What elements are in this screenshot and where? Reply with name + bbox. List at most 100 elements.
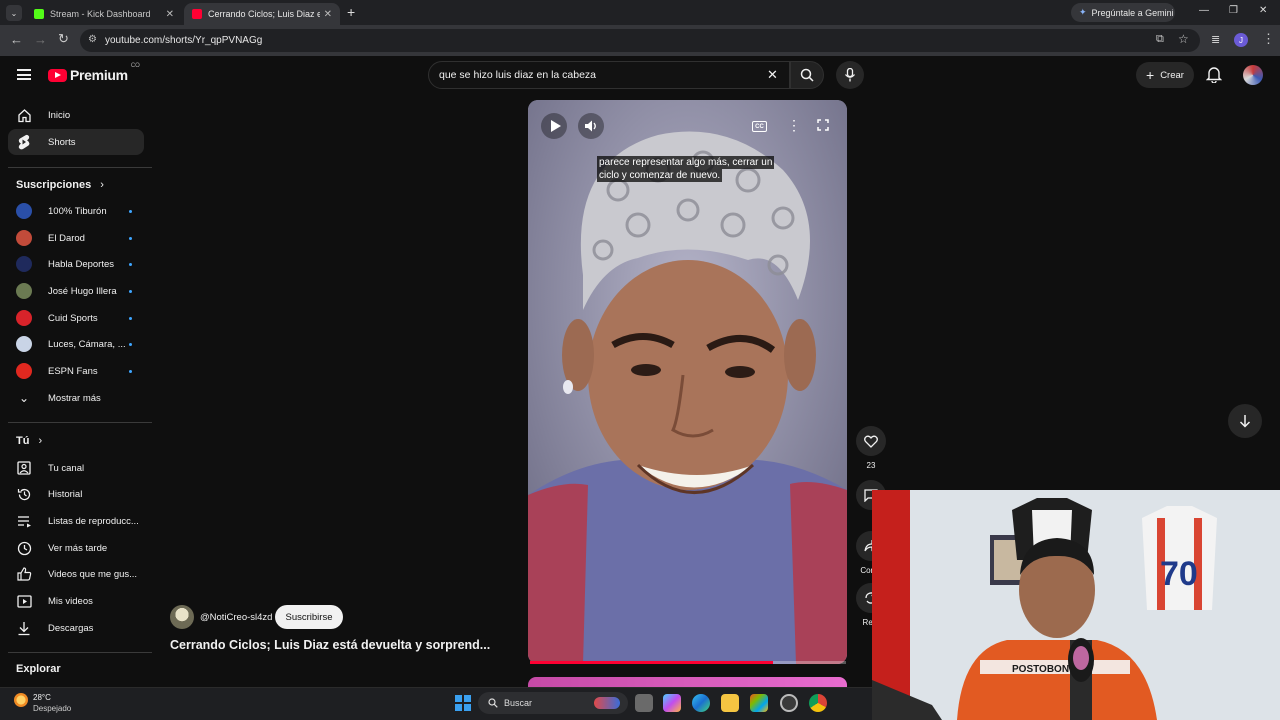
sidebar-item-descargas[interactable]: Descargas <box>8 615 144 641</box>
channel-avatar[interactable] <box>170 605 194 629</box>
channel-handle[interactable]: @NotiCreo-sl4zd <box>200 612 272 623</box>
edge-icon[interactable] <box>692 694 710 712</box>
mute-button[interactable] <box>578 113 604 139</box>
media-controls-icon[interactable]: ≣ <box>1211 33 1220 46</box>
tab-list-dropdown[interactable]: ⌄ <box>6 5 22 21</box>
sidebar-item-label: 100% Tiburón <box>48 205 107 217</box>
sidebar-item-ver-mas-tarde[interactable]: Ver más tarde <box>8 535 144 561</box>
caption-line: parece representar algo más, cerrar un <box>597 156 775 169</box>
search-button[interactable] <box>790 61 824 89</box>
video-frame <box>528 100 847 664</box>
playlists-icon <box>16 513 32 529</box>
youtube-premium-logo[interactable]: Premium CO <box>48 63 140 83</box>
back-arrow-icon[interactable]: ← <box>10 32 23 47</box>
subscriptions-header[interactable]: Suscripciones › <box>16 179 104 191</box>
sidebar-item-tu-canal[interactable]: Tu canal <box>8 455 144 481</box>
closed-captions-icon[interactable]: CC <box>752 121 767 132</box>
sidebar-item-label: ESPN Fans <box>48 365 98 377</box>
browser-tab-youtube[interactable]: Cerrando Ciclos; Luis Diaz está ✕ <box>184 3 340 25</box>
notifications-bell-icon[interactable] <box>1205 66 1223 88</box>
weather-icon[interactable] <box>14 693 28 707</box>
sidebar-item-mis-videos[interactable]: Mis videos <box>8 588 144 614</box>
you-header[interactable]: Tú › <box>16 435 42 447</box>
task-view-icon[interactable] <box>635 694 653 712</box>
search-icon <box>800 68 814 82</box>
sidebar-divider <box>8 167 152 168</box>
sidebar-subscription[interactable]: ESPN Fans <box>8 358 144 384</box>
sidebar-item-inicio[interactable]: Inicio <box>8 102 144 128</box>
store-icon[interactable] <box>750 694 768 712</box>
subscribe-button[interactable]: Suscribirse <box>275 605 343 629</box>
restore-icon[interactable]: ❐ <box>1229 5 1238 16</box>
sidebar-divider <box>8 422 152 423</box>
fullscreen-icon[interactable] <box>817 118 829 131</box>
sidebar-item-videos-que-me-gustan[interactable]: Videos que me gus... <box>8 561 144 587</box>
video-progress-bar[interactable] <box>530 661 846 664</box>
search-input[interactable]: que se hizo luis diaz en la cabeza ✕ <box>428 61 790 89</box>
short-title[interactable]: Cerrando Ciclos; Luis Diaz está devuelta… <box>170 638 490 652</box>
voice-search-button[interactable] <box>836 61 864 89</box>
sidebar-subscription[interactable]: Luces, Cámara, ... <box>8 331 144 357</box>
shorts-video-player[interactable]: CC ⋮ <box>528 100 847 664</box>
chevron-right-icon: › <box>100 179 104 191</box>
account-avatar[interactable] <box>1243 65 1263 85</box>
address-bar[interactable]: ⚙ youtube.com/shorts/Yr_qpPVNAGg ⧉ ☆ <box>80 29 1200 52</box>
sidebar-item-listas[interactable]: Listas de reproducc... <box>8 508 144 534</box>
sidebar-subscription[interactable]: El Darod <box>8 225 144 251</box>
browser-menu-icon[interactable]: ⋮ <box>1262 31 1275 47</box>
obs-icon[interactable] <box>780 694 798 712</box>
close-tab-icon[interactable]: ✕ <box>166 9 174 20</box>
weather-desc: Despejado <box>33 704 72 713</box>
channel-avatar <box>16 203 32 219</box>
copilot-icon[interactable] <box>663 694 681 712</box>
webcam-feed: 70 POSTOBON <box>872 490 1280 720</box>
arrow-down-icon <box>1239 415 1251 428</box>
install-app-icon[interactable]: ⧉ <box>1156 33 1164 46</box>
hamburger-menu-icon[interactable] <box>17 69 31 80</box>
sidebar-item-shorts[interactable]: Shorts <box>8 129 144 155</box>
new-tab-button[interactable]: + <box>347 4 355 20</box>
sidebar-item-label: Shorts <box>48 136 76 148</box>
taskbar-search[interactable]: Buscar <box>478 692 628 714</box>
volume-icon <box>585 120 596 132</box>
like-button[interactable] <box>856 426 886 456</box>
close-window-icon[interactable]: ✕ <box>1259 5 1267 16</box>
bookmark-star-icon[interactable]: ☆ <box>1178 32 1189 46</box>
ask-gemini-button[interactable]: ✦ Pregúntale a Gemini <box>1071 3 1175 22</box>
taskbar-search-placeholder: Buscar <box>504 698 533 708</box>
clear-search-icon[interactable]: ✕ <box>767 67 778 83</box>
close-tab-icon[interactable]: ✕ <box>324 9 332 20</box>
chrome-icon[interactable] <box>809 694 827 712</box>
next-short-preview[interactable] <box>528 677 847 687</box>
browser-tab-kick[interactable]: Stream - Kick Dashboard ✕ <box>26 3 182 25</box>
sidebar-item-label: Mis videos <box>48 595 93 607</box>
next-short-button[interactable] <box>1228 404 1262 438</box>
more-options-icon[interactable]: ⋮ <box>787 117 801 134</box>
forward-arrow-icon[interactable]: → <box>34 32 47 47</box>
file-explorer-icon[interactable] <box>721 694 739 712</box>
webcam-overlay: 70 POSTOBON <box>872 490 1280 720</box>
sidebar-item-label: Habla Deportes <box>48 258 115 270</box>
play-icon <box>550 120 561 132</box>
sidebar-item-historial[interactable]: Historial <box>8 481 144 507</box>
url-text: youtube.com/shorts/Yr_qpPVNAGg <box>105 35 263 46</box>
create-button[interactable]: + Crear <box>1136 62 1194 88</box>
play-button[interactable] <box>541 113 567 139</box>
sidebar-subscription[interactable]: 100% Tiburón <box>8 198 144 224</box>
profile-initial: J <box>1239 35 1243 45</box>
sidebar-subscription[interactable]: José Hugo Illera <box>8 278 144 304</box>
site-info-icon[interactable]: ⚙ <box>88 34 97 45</box>
channel-avatar <box>16 230 32 246</box>
weather-temp[interactable]: 28°C <box>33 693 51 702</box>
sidebar-subscription[interactable]: Habla Deportes <box>8 251 144 277</box>
show-more-button[interactable]: ⌄ Mostrar más <box>8 385 144 411</box>
minimize-icon[interactable]: — <box>1199 5 1209 16</box>
you-title: Tú <box>16 435 30 447</box>
sidebar-subscription[interactable]: Cuid Sports <box>8 305 144 331</box>
windows-start-icon[interactable] <box>455 695 471 711</box>
plus-icon: + <box>1146 67 1155 83</box>
reload-icon[interactable]: ↻ <box>58 31 69 47</box>
new-content-dot <box>129 369 132 373</box>
caption-line: ciclo y comenzar de nuevo. <box>597 169 723 182</box>
profile-avatar[interactable]: J <box>1234 33 1248 47</box>
